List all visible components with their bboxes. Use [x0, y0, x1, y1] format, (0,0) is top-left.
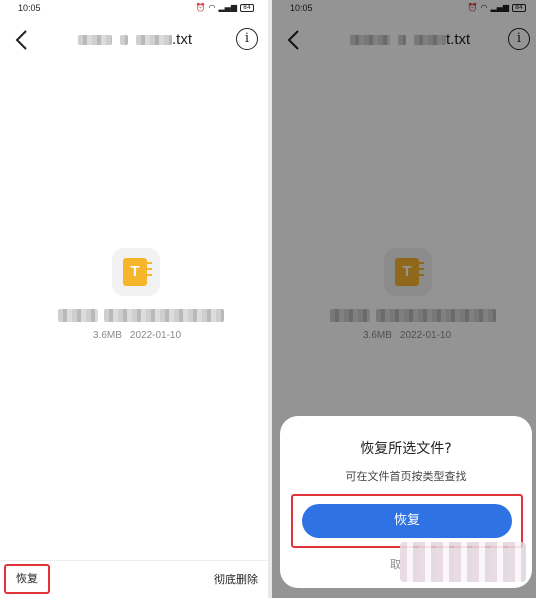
- blurred-filename: [120, 34, 128, 45]
- file-meta: 3.6MB 2022-01-10: [93, 330, 181, 341]
- right-screen: 10:05 ⏰ ◠ ▂▄▆ 84 t.txt i T 3.6MB 2022-01…: [272, 0, 536, 598]
- blurred-filename: [136, 34, 172, 45]
- wifi-icon: ◠: [208, 3, 216, 12]
- file-date: 2022-01-10: [129, 330, 182, 341]
- bottom-action-bar: 恢复 彻底删除: [0, 560, 268, 598]
- watermark: [400, 542, 526, 582]
- info-icon[interactable]: i: [236, 28, 258, 50]
- left-screen: 10:05 ⏰ ◠ ▂▄▆ 84 .txt i T 3.6MB 2022-01-…: [0, 0, 268, 598]
- file-extension: .txt: [172, 31, 193, 48]
- confirm-restore-button[interactable]: 恢复: [302, 504, 512, 538]
- restore-button[interactable]: 恢复: [4, 564, 50, 594]
- status-icons: ⏰ ◠ ▂▄▆ 84: [196, 3, 254, 12]
- battery-icon: 84: [240, 3, 254, 12]
- file-title: .txt: [78, 31, 192, 48]
- dialog-hint: 可在文件首页按类型查找: [345, 470, 467, 483]
- back-arrow-icon[interactable]: [12, 28, 32, 52]
- dialog-question: 恢复所选文件?: [360, 441, 452, 457]
- txt-file-icon: T: [112, 248, 160, 296]
- alarm-icon: ⏰: [195, 3, 206, 12]
- blurred-file-name: [58, 309, 226, 322]
- top-bar: .txt i: [0, 22, 268, 58]
- signal-icon: ▂▄▆: [218, 3, 237, 12]
- status-bar: 10:05 ⏰ ◠ ▂▄▆ 84: [0, 0, 268, 18]
- status-time: 10:05: [18, 3, 41, 13]
- restore-dialog: 恢复所选文件? 可在文件首页按类型查找 恢复 取: [280, 416, 532, 588]
- file-size: 3.6MB: [93, 330, 122, 341]
- blurred-filename: [78, 34, 112, 45]
- delete-permanently-button[interactable]: 彻底删除: [214, 571, 258, 587]
